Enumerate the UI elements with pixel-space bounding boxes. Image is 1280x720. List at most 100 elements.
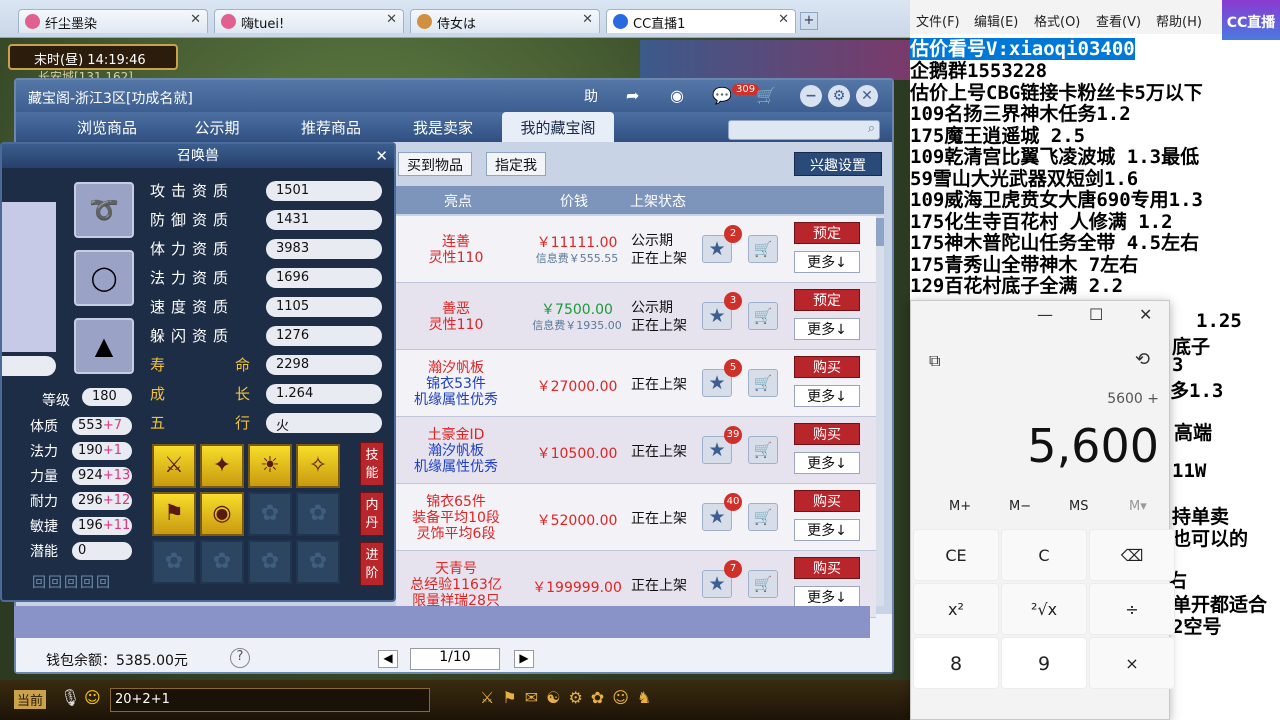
skill-empty-icon[interactable]: ✿ [248,492,292,536]
share-icon[interactable]: ➦ [626,86,639,105]
cart-icon[interactable]: 🛒 [748,235,778,263]
skill-sword-icon[interactable]: ⚔ [152,444,196,488]
more-button[interactable]: 更多↓ [794,251,860,273]
new-tab-button[interactable]: + [800,12,818,30]
bought-items-button[interactable]: 买到物品 [398,152,472,176]
cart-icon[interactable]: 🛒 [748,369,778,397]
menu-file[interactable]: 文件(F) [916,11,960,30]
cart-icon[interactable]: 🛒 [748,570,778,598]
buy-button[interactable]: 购买 [794,557,860,579]
memory-store-button[interactable]: MS [1069,499,1088,514]
game-menu-icons[interactable]: ⚔⚑✉☯⚙✿☺♞ [480,688,659,707]
menu-format[interactable]: 格式(O) [1034,11,1080,30]
minimize-icon[interactable]: − [800,85,822,107]
cart-icon[interactable]: 🛒 [748,302,778,330]
skill-claw-icon[interactable]: ✦ [200,444,244,488]
tab-browse[interactable]: 浏览商品 [52,112,162,142]
clear-entry-button[interactable]: CE [913,529,999,581]
skill-empty-icon[interactable]: ✿ [296,540,340,584]
advance-button[interactable]: 进阶 [360,542,384,586]
table-row[interactable]: 瀚汐帆板 锦衣53件 机缘属性优秀 ￥27000.00 正在上架 ★ 5 🛒 购买 更多↓ [396,350,876,417]
close-icon[interactable]: ✕ [386,12,397,27]
equip-slot-armor-icon[interactable]: ▲ [74,318,134,374]
table-row[interactable]: 连善 灵性110 ￥11111.00 信息费￥555.55 公示期 正在上架 ★ 2 🛒 预定 更多… [396,216,876,283]
skills-button[interactable]: 技能 [360,442,384,486]
table-row[interactable]: 锦衣65件 装备平均10段 灵饰平均6段 ￥52000.00 正在上架 ★ 40 🛒 购买 更多↓ [396,484,876,551]
reserve-button[interactable]: 预定 [794,222,860,244]
cart-icon[interactable]: 🛒 [748,436,778,464]
menu-edit[interactable]: 编辑(E) [974,11,1018,30]
close-icon[interactable]: ✕ [778,12,789,27]
table-row[interactable]: 土豪金ID 瀚汐帆板 机缘属性优秀 ￥10500.00 正在上架 ★ 39 🛒 购买 更多↓ [396,417,876,484]
scrollbar[interactable] [876,216,884,606]
digit-8-button[interactable]: 8 [913,637,999,689]
interest-settings-button[interactable]: 兴趣设置 [794,152,882,176]
backspace-button[interactable]: ⌫ [1089,529,1175,581]
cart-icon[interactable]: 🛒 [756,86,776,105]
chat-channel-button[interactable]: 当前 [14,690,47,709]
skill-empty-icon[interactable]: ✿ [152,540,196,584]
help-icon[interactable]: ? [230,648,250,668]
close-icon[interactable]: ✕ [375,147,388,165]
search-input[interactable]: ⌕ [728,120,880,140]
minimize-icon[interactable]: — [1037,305,1053,324]
tab-seller[interactable]: 我是卖家 [388,112,498,142]
chat-input[interactable]: 20+2+1 [110,688,430,712]
skill-sun-icon[interactable]: ☀ [248,444,292,488]
digit-9-button[interactable]: 9 [1001,637,1087,689]
microphone-icon[interactable]: 🎙 [60,688,80,707]
menu-view[interactable]: 查看(V) [1096,11,1141,30]
close-icon[interactable]: ✕ [856,85,878,107]
inner-core-button[interactable]: 内丹 [360,492,384,536]
scrollbar-thumb[interactable] [876,218,884,246]
chat-icon[interactable]: 💬 [712,86,732,105]
menu-help[interactable]: 帮助(H) [1156,11,1202,30]
more-button[interactable]: 更多↓ [794,519,860,541]
square-button[interactable]: x² [913,583,999,635]
tab-recommend[interactable]: 推荐商品 [276,112,386,142]
equip-slot-bracelet-icon[interactable]: ◯ [74,250,134,306]
clear-button[interactable]: C [1001,529,1087,581]
equip-slot-ring-icon[interactable]: ➰ [74,182,134,238]
next-page-button[interactable]: ▶ [514,650,534,668]
prev-page-button[interactable]: ◀ [378,650,398,668]
maximize-icon[interactable]: ☐ [1089,305,1103,324]
history-icon[interactable]: ⟲ [1135,349,1150,370]
buy-button[interactable]: 购买 [794,423,860,445]
table-row[interactable]: 善恶 灵性110 ￥7500.00 信息费￥1935.00 公示期 正在上架 ★ 3 🛒 预定 更多… [396,283,876,350]
skill-empty-icon[interactable]: ✿ [296,492,340,536]
skill-empty-icon[interactable]: ✿ [200,540,244,584]
skill-beast-icon[interactable]: ✧ [296,444,340,488]
cart-icon[interactable]: 🛒 [748,503,778,531]
more-button[interactable]: 更多↓ [794,385,860,407]
emoji-icon[interactable]: ☺ [84,688,101,707]
buy-button[interactable]: 购买 [794,490,860,512]
help-button[interactable]: 助 [584,86,608,106]
keep-on-top-icon[interactable]: ⧉ [929,351,940,371]
skill-eye-icon[interactable]: ◉ [200,492,244,536]
record-icon[interactable]: ◉ [670,86,684,105]
tab-my-cbg[interactable]: 我的藏宝阁 [502,112,614,142]
memory-subtract-button[interactable]: M− [1009,499,1031,514]
close-icon[interactable]: ✕ [1139,305,1152,324]
more-button[interactable]: 更多↓ [794,452,860,474]
assigned-to-me-button[interactable]: 指定我 [486,152,546,176]
gear-icon[interactable]: ⚙ [828,85,850,107]
buy-button[interactable]: 购买 [794,356,860,378]
more-button[interactable]: 更多↓ [794,318,860,340]
close-icon[interactable]: ✕ [582,12,593,27]
memory-list-button[interactable]: M▾ [1129,499,1147,514]
browser-tab-2[interactable]: 嗨tuei! ✕ [214,9,404,33]
more-button[interactable]: 更多↓ [794,586,860,608]
skill-banner-icon[interactable]: ⚑ [152,492,196,536]
memory-add-button[interactable]: M+ [949,499,971,514]
search-icon[interactable]: ⌕ [868,121,875,136]
multiply-button[interactable]: × [1089,637,1175,689]
browser-tab-4[interactable]: CC直播1 ✕ [606,9,796,33]
sqrt-button[interactable]: ²√x [1001,583,1087,635]
skill-empty-icon[interactable]: ✿ [248,540,292,584]
browser-tab-3[interactable]: 侍女は ✕ [410,9,600,33]
tab-public[interactable]: 公示期 [162,112,272,142]
divide-button[interactable]: ÷ [1089,583,1175,635]
reserve-button[interactable]: 预定 [794,289,860,311]
